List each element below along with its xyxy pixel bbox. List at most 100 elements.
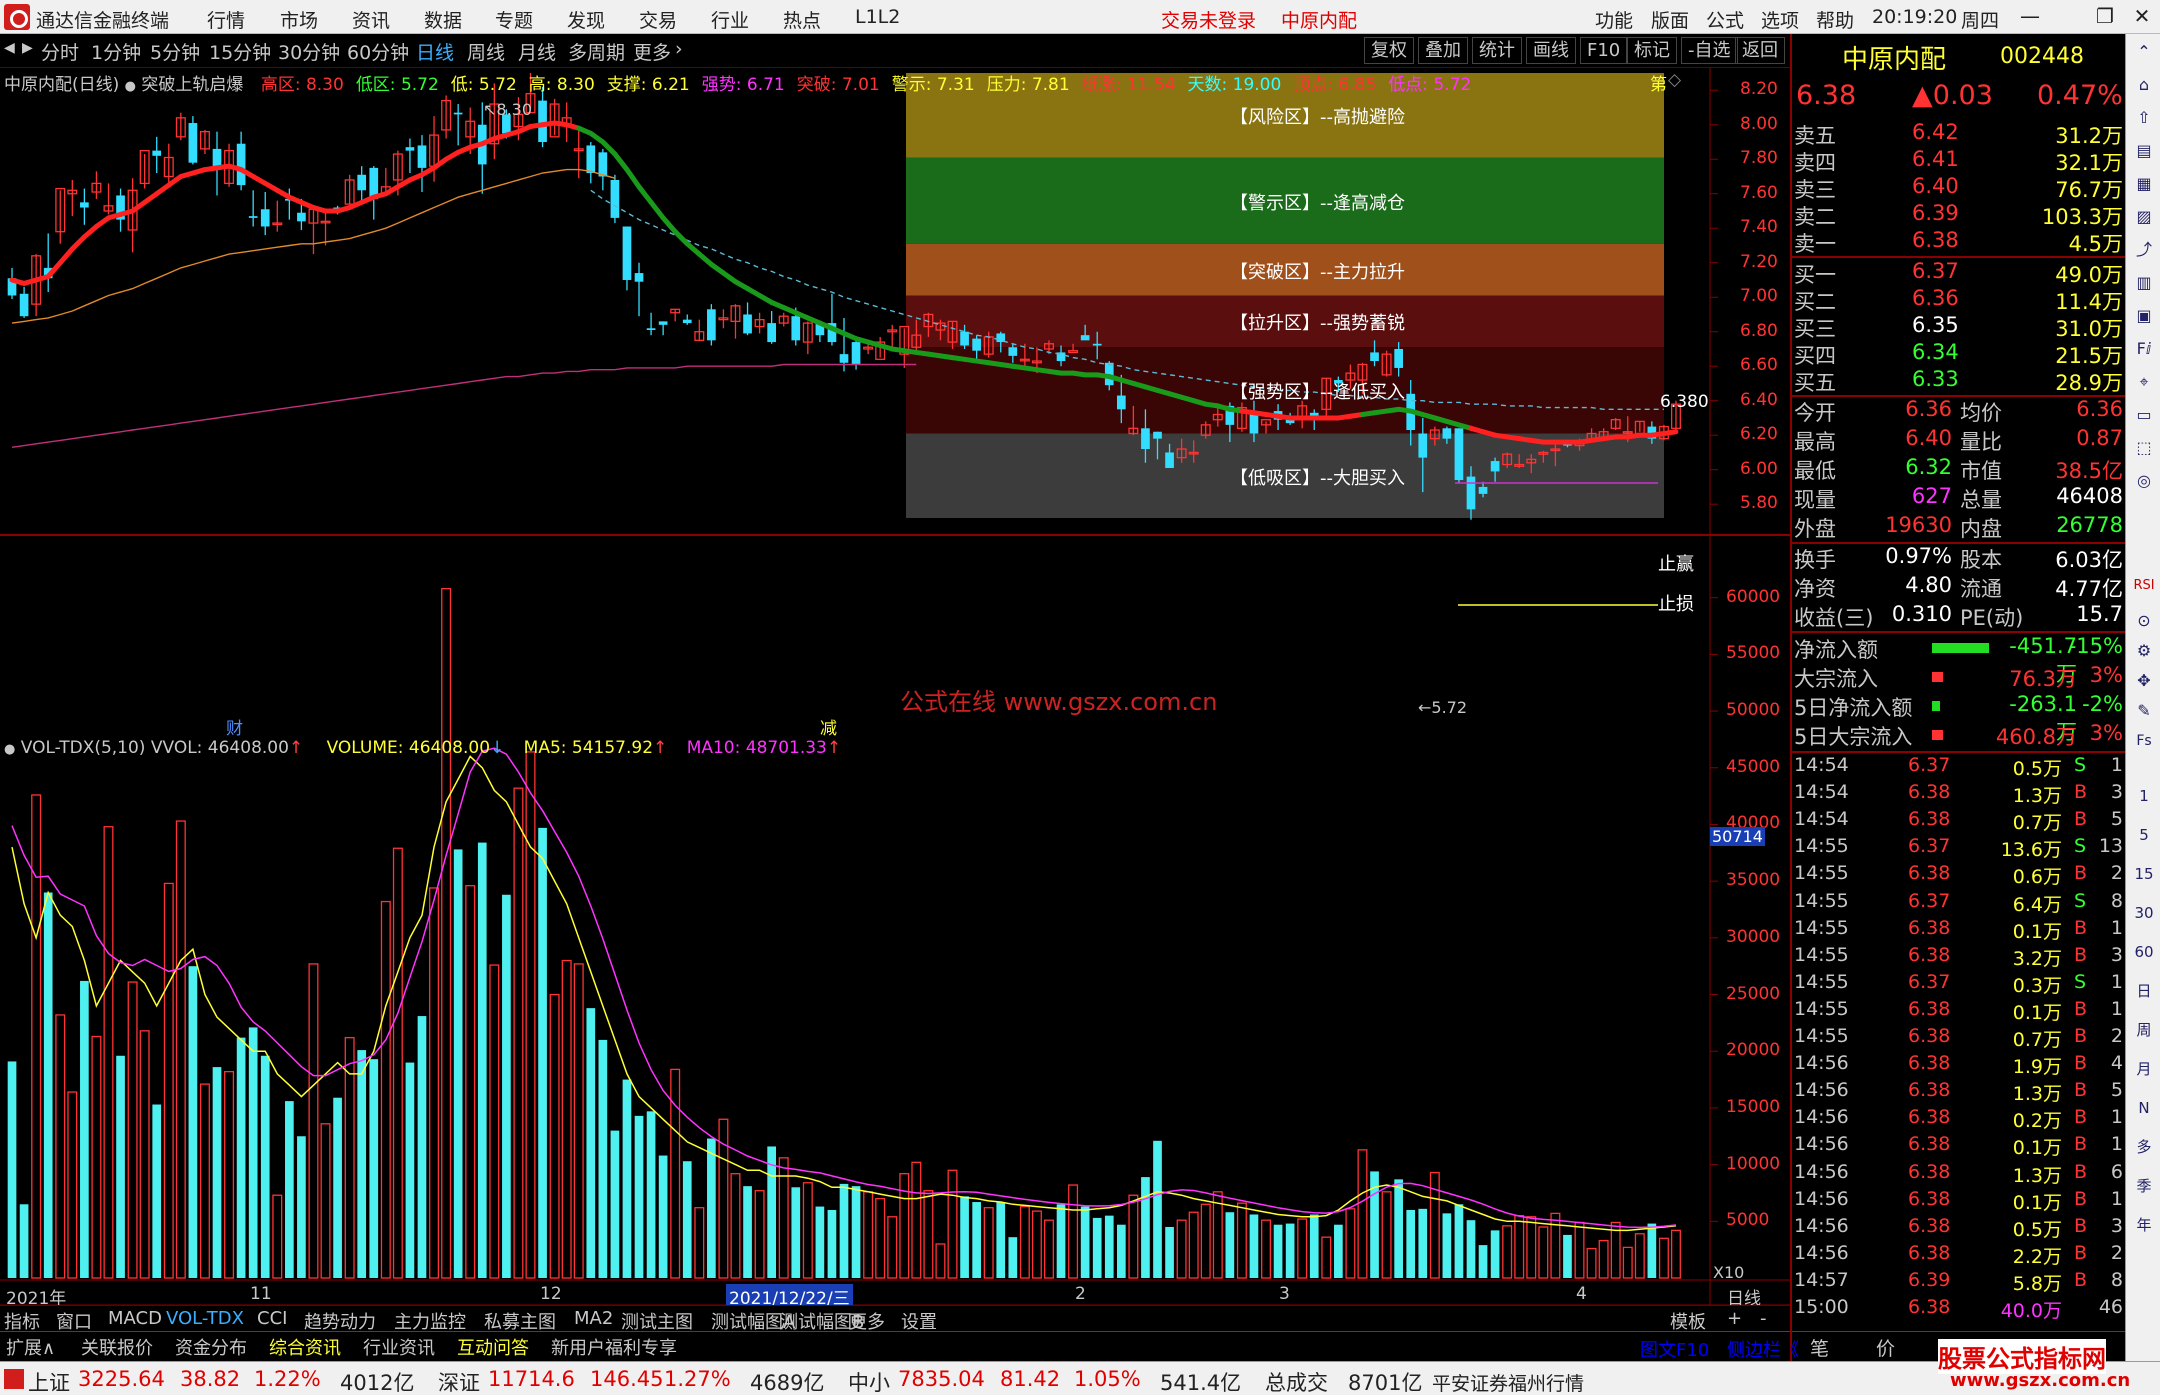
period-shortcut-5[interactable]: 30	[2132, 901, 2156, 925]
tab-30min[interactable]: 30分钟	[278, 38, 340, 65]
quote-tab-0[interactable]: 笔	[1810, 1334, 1829, 1361]
home-icon[interactable]: ⌂	[2132, 73, 2156, 97]
layout-icon[interactable]: ⬚	[2132, 436, 2156, 460]
tool-tongji[interactable]: 统计	[1472, 37, 1522, 64]
menu-redian[interactable]: 热点	[783, 6, 821, 33]
bottom-right-1[interactable]: +	[1727, 1308, 1742, 1329]
tab-more[interactable]: 更多	[633, 38, 671, 65]
tab-weekly[interactable]: 周线	[467, 38, 505, 65]
period-shortcut-3[interactable]: 5	[2132, 823, 2156, 847]
more-chevron-icon[interactable]: ›	[675, 38, 683, 60]
pen-icon[interactable]: ✎	[2132, 699, 2156, 723]
info-tab-3[interactable]: 综合资讯	[269, 1334, 341, 1360]
tool-fanhui[interactable]: 返回	[1735, 37, 1785, 64]
menu-zhuanti[interactable]: 专题	[495, 6, 533, 33]
volume-indicator-name[interactable]: VOL-TDX(5,10)	[21, 738, 146, 758]
tool-diejia[interactable]: 叠加	[1418, 37, 1468, 64]
chart-icon[interactable]: ▨	[2132, 205, 2156, 229]
trend-icon[interactable]: ⤴	[2132, 238, 2156, 262]
info-tab-0[interactable]: 扩展∧	[6, 1334, 55, 1360]
collapse-icon[interactable]: ◀	[4, 40, 15, 56]
event-marker-jian[interactable]: 减	[820, 714, 837, 739]
list-icon[interactable]: ▤	[2132, 139, 2156, 163]
menu-banmian[interactable]: 版面	[1651, 6, 1689, 33]
minimize-icon[interactable]: —	[2015, 4, 2045, 30]
tool-biaoji[interactable]: 标记	[1627, 37, 1677, 64]
tab-daily[interactable]: 日线	[416, 38, 454, 65]
volume-settings-icon[interactable]: ●	[4, 742, 15, 757]
scroll-up-icon[interactable]: ⌃	[2132, 40, 2156, 64]
menu-gongshi[interactable]: 公式	[1706, 6, 1744, 33]
scroll-diamond-icon[interactable]: ◇	[1668, 70, 1681, 90]
indicator-tab-3[interactable]: VOL-TDX	[166, 1308, 244, 1329]
period-shortcut-10[interactable]: N	[2132, 1096, 2156, 1120]
eye-icon[interactable]: ⊙	[2132, 609, 2156, 633]
kline-chart-svg[interactable]	[0, 68, 1790, 1306]
move-icon[interactable]: ✥	[2132, 669, 2156, 693]
info-tab-1[interactable]: 关联报价	[81, 1334, 153, 1360]
circle-icon[interactable]: ◎	[2132, 469, 2156, 493]
period-shortcut-8[interactable]: 周	[2132, 1018, 2156, 1042]
menu-zixun[interactable]: 资讯	[352, 6, 390, 33]
info-tab-2[interactable]: 资金分布	[175, 1334, 247, 1360]
indicator-tab-2[interactable]: MACD	[108, 1308, 162, 1329]
page-up-icon[interactable]: ⇧	[2132, 106, 2156, 130]
info-tab-4[interactable]: 行业资讯	[363, 1334, 435, 1360]
quote-tab-1[interactable]: 价	[1876, 1334, 1895, 1361]
info-tab-5[interactable]: 互动问答	[457, 1334, 529, 1360]
grid-icon[interactable]: ▦	[2132, 172, 2156, 196]
menu-shichang[interactable]: 市场	[280, 6, 318, 33]
target-icon[interactable]: ⌖	[2132, 370, 2156, 394]
tab-60min[interactable]: 60分钟	[347, 38, 409, 65]
indicator-tab-8[interactable]: MA2	[574, 1308, 613, 1329]
menu-bangzhu[interactable]: 帮助	[1816, 6, 1854, 33]
period-shortcut-6[interactable]: 60	[2132, 940, 2156, 964]
menu-shuju[interactable]: 数据	[424, 6, 462, 33]
period-shortcut-11[interactable]: 多	[2132, 1135, 2156, 1159]
period-shortcut-7[interactable]: 日	[2132, 979, 2156, 1003]
tool-f10[interactable]: F10	[1580, 37, 1628, 64]
restore-icon[interactable]: ❐	[2090, 4, 2120, 30]
window-icon[interactable]: ▭	[2132, 403, 2156, 427]
formula-settings-icon[interactable]: ●	[125, 79, 136, 94]
menu-jiaoyi[interactable]: 交易	[639, 6, 677, 33]
tab-1min[interactable]: 1分钟	[91, 38, 141, 65]
settings-icon[interactable]: ⚙	[2132, 639, 2156, 663]
menu-faxian[interactable]: 发现	[567, 6, 605, 33]
period-shortcut-13[interactable]: 年	[2132, 1213, 2156, 1237]
menu-gongneng[interactable]: 功能	[1595, 6, 1633, 33]
link-sidebar[interactable]: 侧边栏《	[1727, 1336, 1799, 1362]
tab-5min[interactable]: 5分钟	[150, 38, 200, 65]
menu-hangqing[interactable]: 行情	[207, 6, 245, 33]
event-marker-cai[interactable]: 财	[226, 714, 243, 739]
period-shortcut-4[interactable]: 15	[2132, 862, 2156, 886]
bottom-right-2[interactable]: -	[1760, 1308, 1767, 1329]
period-shortcut-12[interactable]: 季	[2132, 1174, 2156, 1198]
tool-huaxian[interactable]: 画线	[1526, 37, 1576, 64]
menu-l1l2[interactable]: L1L2	[855, 6, 900, 28]
period-shortcut-1[interactable]: Fs	[2132, 729, 2156, 753]
panel-icon[interactable]: ▣	[2132, 304, 2156, 328]
period-shortcut-0[interactable]: RSI	[2130, 574, 2158, 598]
period-shortcut-9[interactable]: 月	[2132, 1057, 2156, 1081]
tool-fuquan[interactable]: 复权	[1364, 37, 1414, 64]
chart-area[interactable]: 中原内配(日线) ● 突破上轨启爆 高区: 8.30 低区: 5.72 低: 5.7…	[0, 68, 1790, 1309]
info-tab-6[interactable]: 新用户福利专享	[551, 1334, 677, 1360]
tab-fenshi[interactable]: 分时	[41, 38, 79, 65]
link-tuwen-f10[interactable]: 图文F10	[1640, 1336, 1709, 1362]
menu-xuanxiang[interactable]: 选项	[1761, 6, 1799, 33]
table-icon[interactable]: ▥	[2132, 271, 2156, 295]
close-icon[interactable]: ✕	[2127, 4, 2157, 30]
tool-zixuan[interactable]: -自选	[1681, 37, 1738, 64]
f10-icon[interactable]: Fⅈ	[2132, 337, 2156, 361]
tab-multi-period[interactable]: 多周期	[568, 38, 625, 65]
menu-hangye[interactable]: 行业	[711, 6, 749, 33]
indicator-tab-4[interactable]: CCI	[257, 1308, 287, 1329]
tab-monthly[interactable]: 月线	[518, 38, 556, 65]
formula-name[interactable]: 突破上轨启爆	[141, 75, 243, 95]
expand-icon[interactable]: ▶	[22, 40, 33, 56]
tab-15min[interactable]: 15分钟	[209, 38, 271, 65]
trade-login-status[interactable]: 交易未登录	[1161, 6, 1256, 33]
tdx-terminal-window: 通达信金融终端 行情 市场 资讯 数据 专题 发现 交易 行业 热点 L1L2 …	[0, 0, 2160, 1395]
period-shortcut-2[interactable]: 1	[2132, 784, 2156, 808]
